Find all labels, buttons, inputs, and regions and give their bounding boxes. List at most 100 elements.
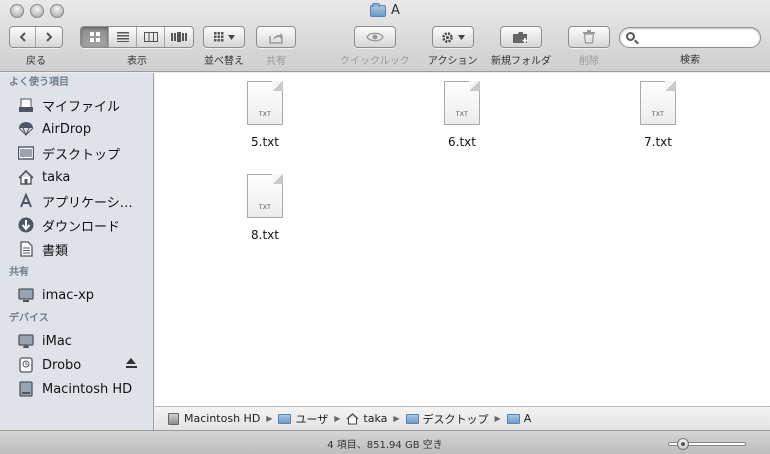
coverflow-view-button[interactable] xyxy=(165,27,193,47)
sidebar-item-downloads[interactable]: ダウンロード xyxy=(0,213,153,237)
forward-button[interactable] xyxy=(36,27,62,47)
icon-view-button[interactable] xyxy=(81,27,109,47)
sidebar-item-macintosh-hd[interactable]: Macintosh HD xyxy=(0,377,153,401)
view-label: 表示 xyxy=(127,56,147,67)
desktop-icon xyxy=(17,145,35,161)
sidebar-item-allfiles[interactable]: マイファイル xyxy=(0,93,153,117)
sidebar-item-airdrop[interactable]: AirDrop xyxy=(0,117,153,141)
path-item-a[interactable]: A xyxy=(506,412,532,425)
search-input[interactable] xyxy=(642,30,754,46)
delete-button[interactable] xyxy=(569,27,609,47)
status-text: 4 項目、851.94 GB 空き xyxy=(327,440,443,451)
list-icon xyxy=(116,32,129,42)
back-button[interactable] xyxy=(10,27,36,47)
text-document-icon: TXT xyxy=(640,81,676,125)
back-forward-group: 戻る xyxy=(9,26,63,67)
action-button[interactable] xyxy=(433,27,473,47)
sidebar-item-applications[interactable]: アプリケーシ… xyxy=(0,189,153,213)
airdrop-icon xyxy=(17,121,35,137)
downloads-icon xyxy=(17,217,35,233)
arrange-button[interactable] xyxy=(204,27,244,47)
applications-icon xyxy=(17,193,35,209)
folder-icon xyxy=(405,413,419,424)
share-group: 共有 xyxy=(256,26,296,67)
sidebar-item-drobo[interactable]: Drobo xyxy=(0,353,153,377)
gear-icon xyxy=(442,31,453,43)
path-item-home[interactable]: taka xyxy=(346,412,387,425)
path-separator-icon: ▶ xyxy=(393,414,400,423)
file-item[interactable]: TXT 6.txt xyxy=(422,81,502,149)
path-item-label: A xyxy=(523,412,532,425)
file-item[interactable]: TXT 8.txt xyxy=(225,174,305,242)
quicklook-button[interactable] xyxy=(355,27,395,47)
text-document-icon: TXT xyxy=(444,81,480,125)
finder-window: A 戻る 表示 並べ替え 共有 クイックルック アクション 新規フォルダ 削除 … xyxy=(0,0,770,454)
icon-size-slider[interactable] xyxy=(668,438,746,450)
file-type-label: TXT xyxy=(258,205,272,211)
file-name: 7.txt xyxy=(644,135,672,149)
sidebar-item-imac[interactable]: iMac xyxy=(0,329,153,353)
dropdown-triangle-icon xyxy=(227,34,235,40)
home-icon xyxy=(17,169,35,185)
file-type-label: TXT xyxy=(651,112,665,118)
file-type-label: TXT xyxy=(455,112,469,118)
sidebar-item-label: マイファイル xyxy=(42,99,121,115)
new-folder-button[interactable] xyxy=(501,27,541,47)
sidebar-item-label: 書類 xyxy=(42,243,69,259)
text-document-icon: TXT xyxy=(247,81,283,125)
sidebar-item-imac-xp[interactable]: imac-xp xyxy=(0,283,153,307)
share-button[interactable] xyxy=(257,27,295,47)
harddisk-icon xyxy=(17,381,35,397)
coverflow-icon xyxy=(171,32,187,42)
sidebar-item-label: iMac xyxy=(42,333,72,349)
grid-icon xyxy=(89,32,100,42)
sidebar-header-favorites: よく使う項目 xyxy=(9,77,69,88)
action-label: アクション xyxy=(428,56,478,67)
path-item-desktop[interactable]: デスクトップ xyxy=(405,411,489,427)
file-item[interactable]: TXT 5.txt xyxy=(225,81,305,149)
sidebar-header-devices: デバイス xyxy=(9,313,49,324)
path-item-label: デスクトップ xyxy=(422,412,489,426)
file-name: 5.txt xyxy=(251,135,279,149)
timemachine-drive-icon xyxy=(17,357,35,373)
list-view-button[interactable] xyxy=(109,27,137,47)
arrange-label: 並べ替え xyxy=(204,56,244,67)
share-label: 共有 xyxy=(266,56,286,67)
column-view-button[interactable] xyxy=(137,27,165,47)
path-item-label: Macintosh HD xyxy=(184,412,261,425)
sidebar-item-home[interactable]: taka xyxy=(0,165,153,189)
path-separator-icon: ▶ xyxy=(494,414,501,423)
newfolder-group: 新規フォルダ xyxy=(491,26,551,67)
toolbar: A 戻る 表示 並べ替え 共有 クイックルック アクション 新規フォルダ 削除 … xyxy=(0,0,770,72)
sidebar-item-label: アプリケーシ… xyxy=(42,195,133,211)
path-separator-icon: ▶ xyxy=(334,414,341,423)
path-bar: Macintosh HD ▶ ユーザ ▶ taka ▶ デスクトップ ▶ A xyxy=(155,406,770,430)
search-icon xyxy=(626,32,635,41)
action-group: アクション xyxy=(428,26,478,67)
window-title: A xyxy=(0,2,770,18)
search-field[interactable] xyxy=(619,27,761,48)
sidebar-item-label: imac-xp xyxy=(42,287,95,303)
newfolder-label: 新規フォルダ xyxy=(491,56,551,67)
window-title-text: A xyxy=(391,3,400,18)
dropdown-triangle-icon xyxy=(457,34,465,40)
file-icon-view: TXT 5.txt TXT 6.txt TXT 7.txt TXT 8.txt xyxy=(155,73,770,406)
documents-icon xyxy=(17,241,35,257)
sidebar-item-documents[interactable]: 書類 xyxy=(0,237,153,261)
sidebar-item-label: デスクトップ xyxy=(42,147,121,163)
folder-icon xyxy=(506,413,520,424)
sidebar-item-label: Macintosh HD xyxy=(42,381,133,397)
path-item-users[interactable]: ユーザ xyxy=(278,411,328,427)
path-item-macintosh-hd[interactable]: Macintosh HD xyxy=(167,412,260,425)
slider-knob[interactable] xyxy=(677,438,689,450)
view-group: 表示 xyxy=(80,26,194,67)
search-label: 検索 xyxy=(680,55,700,66)
sidebar-header-shared: 共有 xyxy=(9,267,29,278)
back-label: 戻る xyxy=(26,56,46,67)
arrange-grid-icon xyxy=(213,32,223,42)
arrange-group: 並べ替え xyxy=(203,26,245,67)
eject-icon[interactable] xyxy=(126,358,137,370)
sidebar-item-desktop[interactable]: デスクトップ xyxy=(0,141,153,165)
file-item[interactable]: TXT 7.txt xyxy=(618,81,698,149)
status-bar: 4 項目、851.94 GB 空き xyxy=(0,430,770,454)
